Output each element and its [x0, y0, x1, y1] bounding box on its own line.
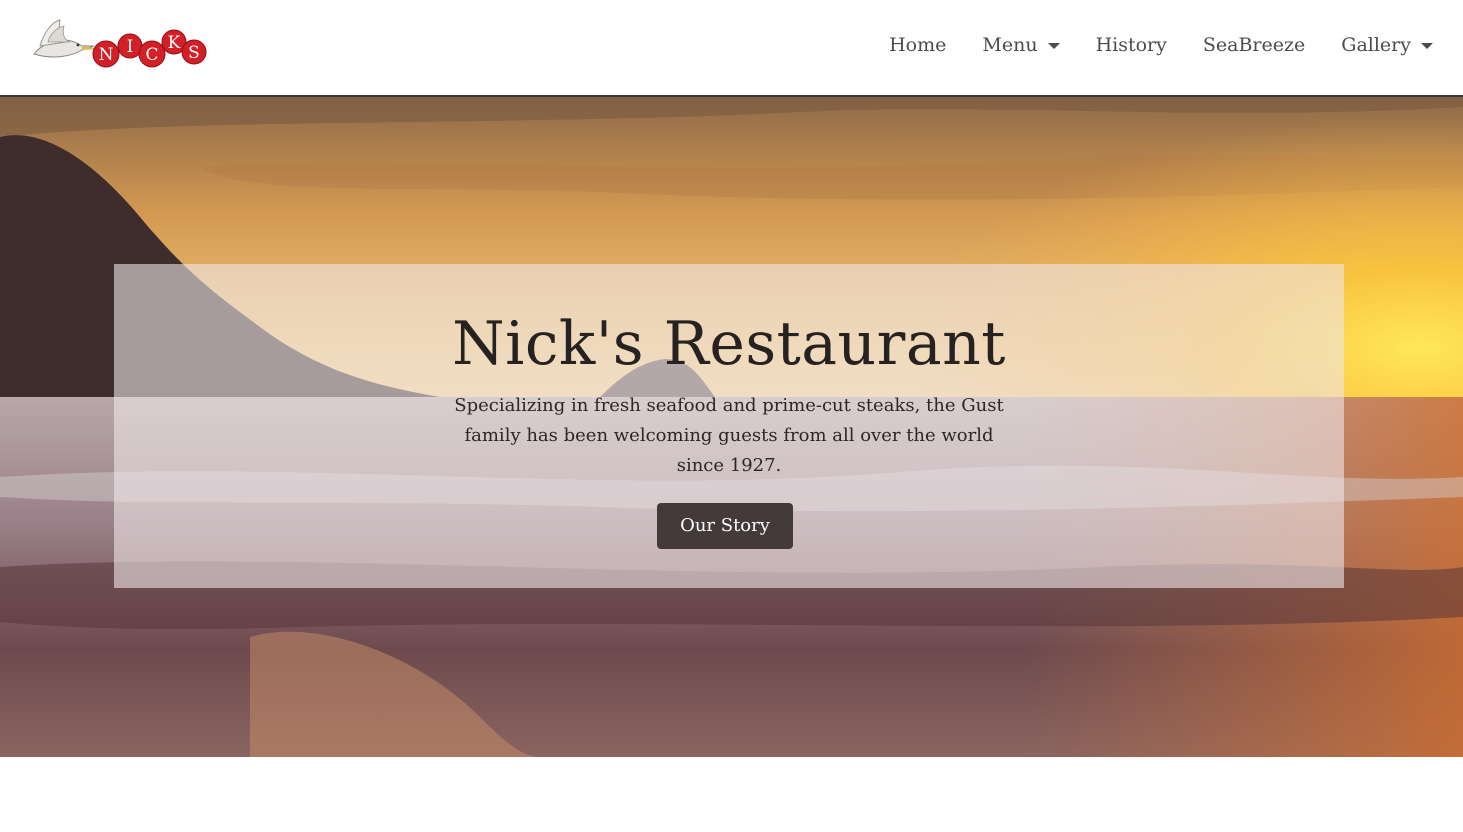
logo-letter-s: S [188, 43, 200, 63]
nav-seabreeze[interactable]: SeaBreeze [1185, 34, 1323, 56]
hero-overlay-panel: Nick's Restaurant Specializing in fresh … [114, 264, 1344, 588]
logo-letters: N I C K S [92, 29, 207, 68]
caret-down-icon [1047, 43, 1060, 49]
hero-description: Specializing in fresh seafood and prime-… [454, 395, 1004, 476]
nav-gallery-label: Gallery [1341, 34, 1411, 56]
nav-seabreeze-label: SeaBreeze [1202, 34, 1306, 56]
nav-home[interactable]: Home [871, 34, 964, 56]
nav-menu-label: Menu [982, 34, 1038, 56]
our-story-button[interactable]: Our Story [657, 503, 793, 549]
site-header: N I C K S Home Menu History SeaBreeze Ga… [0, 0, 1463, 97]
hero-section: Nick's Restaurant Specializing in fresh … [0, 97, 1463, 757]
nav-history-label: History [1095, 34, 1167, 56]
pelican-icon [33, 19, 100, 58]
logo-letter-i: I [127, 37, 134, 57]
nav-home-label: Home [889, 34, 947, 56]
logo-letter-c: C [145, 45, 158, 65]
nav-gallery-dropdown[interactable]: Gallery [1323, 34, 1433, 56]
main-nav: Home Menu History SeaBreeze Gallery [871, 0, 1433, 90]
nav-menu-dropdown[interactable]: Menu [964, 34, 1077, 56]
nav-history[interactable]: History [1078, 34, 1185, 56]
caret-down-icon [1421, 43, 1433, 49]
hero-content: Nick's Restaurant Specializing in fresh … [114, 264, 1344, 588]
hero-title: Nick's Restaurant [452, 309, 1006, 379]
logo-letter-k: K [168, 33, 181, 53]
logo-letter-n: N [99, 45, 114, 65]
logo[interactable]: N I C K S [30, 16, 210, 72]
